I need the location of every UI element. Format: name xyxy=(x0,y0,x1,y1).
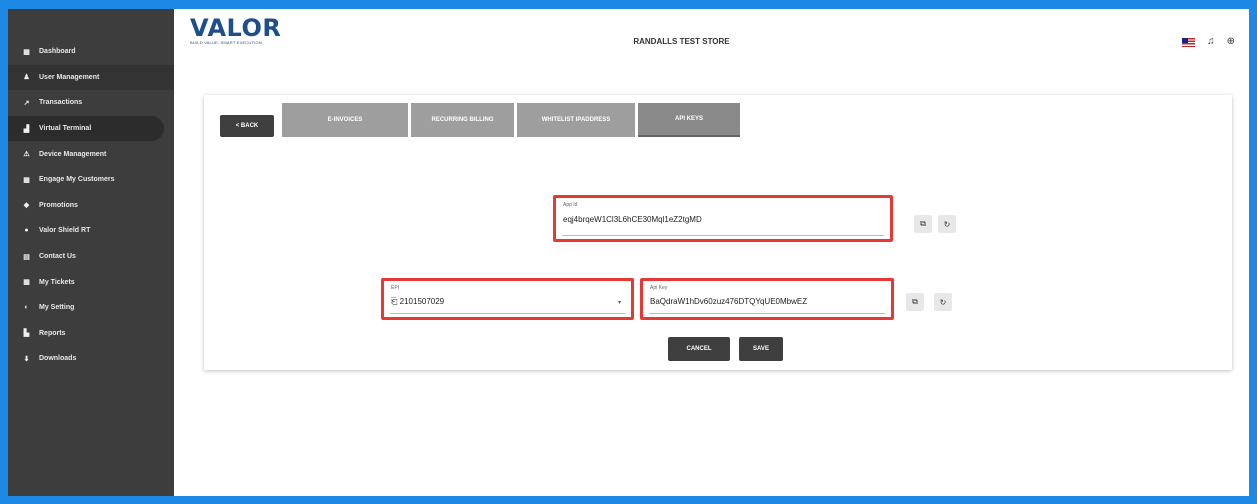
app-id-field[interactable]: App Id eqj4brqeW1Cl3L6hCE30Mql1eZ2tgMD xyxy=(553,195,893,242)
refresh-app-id-button[interactable]: ↻ xyxy=(938,215,956,233)
app-id-underline xyxy=(562,235,884,236)
tab-api-keys[interactable]: API KEYS xyxy=(638,103,740,137)
tickets-icon: ▦ xyxy=(23,279,30,287)
sidebar: ▦ Dashboard ♟ User Management ↗ Transactions ▟… xyxy=(8,9,174,496)
sidebar-item-promotions[interactable]: ◆ Promotions xyxy=(8,193,174,219)
virtual-terminal-icon: ▟ xyxy=(23,125,30,133)
sidebar-item-my-setting[interactable]: ◐ My Setting xyxy=(8,295,174,321)
epi-label: EPI xyxy=(391,285,400,291)
sidebar-item-label: Promotions xyxy=(39,201,78,209)
sidebar-item-label: Reports xyxy=(39,329,66,337)
account-icon[interactable]: ⊕ xyxy=(1227,37,1235,47)
copy-api-key-button[interactable]: ⧉ xyxy=(906,293,924,311)
chevron-down-icon[interactable]: ▾ xyxy=(618,299,621,306)
sidebar-item-label: Valor Shield RT xyxy=(39,227,91,235)
epi-select[interactable]: EPI ⎗ 2101507029 ▾ xyxy=(381,278,634,320)
app-id-label: App Id xyxy=(563,202,578,208)
api-keys-card: < BACK E-INVOICES RECURRING BILLING WHIT… xyxy=(204,95,1232,370)
api-key-label: Api Key xyxy=(650,285,668,291)
sidebar-item-virtual-terminal[interactable]: ▟ Virtual Terminal xyxy=(8,115,164,142)
sidebar-item-user-management[interactable]: ♟ User Management xyxy=(8,64,174,91)
header-icons: ♫ ⊕ xyxy=(1182,37,1235,47)
sidebar-item-my-tickets[interactable]: ▦ My Tickets xyxy=(8,269,174,295)
tab-recurring-billing[interactable]: RECURRING BILLING xyxy=(411,103,514,137)
tab-whitelist-ipaddress[interactable]: WHITELIST IPADDRESS xyxy=(517,103,635,137)
epi-number: 2101507029 xyxy=(399,297,445,306)
top-header: VALOR BUILD VALUE. SMART EXECUTION RANDA… xyxy=(174,9,1249,55)
copy-app-id-button[interactable]: ⧉ xyxy=(914,215,932,233)
api-key-underline xyxy=(649,313,885,314)
transactions-icon: ↗ xyxy=(23,99,30,107)
api-key-field[interactable]: Api Key BaQdraW1hDv60zuz476DTQYqUE0MbwEZ xyxy=(640,278,894,320)
sidebar-item-valor-shield-rt[interactable]: ● Valor Shield RT xyxy=(8,218,174,244)
us-flag-icon[interactable] xyxy=(1182,37,1196,47)
app-frame: ▦ Dashboard ♟ User Management ↗ Transactions ▟… xyxy=(0,0,1257,504)
promotions-icon: ◆ xyxy=(23,202,30,210)
bell-icon[interactable]: ♫ xyxy=(1207,37,1215,47)
epi-value[interactable]: ⎗ 2101507029 xyxy=(391,297,444,307)
sidebar-item-label: Downloads xyxy=(39,355,77,363)
sidebar-item-downloads[interactable]: ⬇ Downloads xyxy=(8,346,174,372)
sidebar-item-label: Contact Us xyxy=(39,253,76,261)
logo-text: VALOR xyxy=(190,14,282,42)
epi-underline xyxy=(390,313,625,314)
sidebar-item-label: My Setting xyxy=(39,304,75,312)
sidebar-item-transactions[interactable]: ↗ Transactions xyxy=(8,90,174,116)
sidebar-item-label: My Tickets xyxy=(39,278,75,286)
engage-customers-icon: ▦ xyxy=(23,176,30,184)
sidebar-item-label: Engage My Customers xyxy=(39,176,115,184)
tab-e-invoices[interactable]: E-INVOICES xyxy=(282,103,408,137)
sidebar-item-label: Dashboard xyxy=(39,48,76,56)
device-icon: ⎗ xyxy=(391,297,398,306)
save-button[interactable]: SAVE xyxy=(739,337,783,361)
reports-icon: ▙ xyxy=(23,330,30,338)
refresh-api-key-button[interactable]: ↻ xyxy=(934,293,952,311)
shield-icon: ● xyxy=(24,227,29,235)
sidebar-item-label: Device Management xyxy=(39,150,107,158)
downloads-icon: ⬇ xyxy=(23,355,30,363)
sidebar-item-device-management[interactable]: ⚠ Device Management xyxy=(8,141,174,167)
app-id-value[interactable]: eqj4brqeW1Cl3L6hCE30Mql1eZ2tgMD xyxy=(563,215,702,224)
tab-bar: < BACK E-INVOICES RECURRING BILLING WHIT… xyxy=(220,103,743,137)
api-key-value[interactable]: BaQdraW1hDv60zuz476DTQYqUE0MbwEZ xyxy=(650,297,807,306)
contact-icon: ▤ xyxy=(23,253,30,261)
sidebar-item-engage-my-customers[interactable]: ▦ Engage My Customers xyxy=(8,167,174,193)
store-name: RANDALLS TEST STORE xyxy=(633,37,730,46)
sidebar-item-label: Virtual Terminal xyxy=(39,125,92,133)
sidebar-item-label: User Management xyxy=(39,73,100,81)
back-button[interactable]: < BACK xyxy=(220,115,274,137)
dashboard-icon: ▦ xyxy=(23,48,30,56)
sidebar-item-label: Transactions xyxy=(39,99,83,107)
sidebar-item-contact-us[interactable]: ▤ Contact Us xyxy=(8,244,174,270)
sidebar-item-reports[interactable]: ▙ Reports xyxy=(8,321,174,347)
settings-icon: ◐ xyxy=(24,304,29,312)
cancel-button[interactable]: CANCEL xyxy=(668,337,730,361)
user-management-icon: ♟ xyxy=(23,74,30,82)
device-management-icon: ⚠ xyxy=(23,151,30,159)
